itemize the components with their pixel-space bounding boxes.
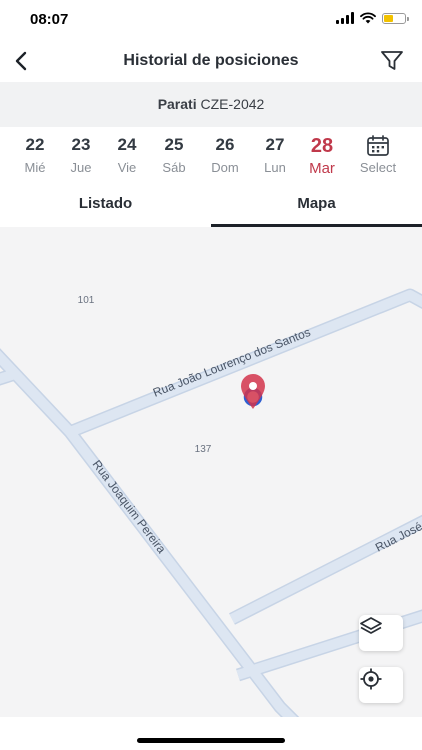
locate-icon (360, 668, 382, 690)
street-label-joao: Rua João Lourenço dos Santos (151, 325, 312, 400)
signal-icon (336, 12, 354, 24)
page-title: Historial de posiciones (123, 52, 299, 69)
day-selector: 22 Mié 23 Jue 24 Vie 25 Sáb 26 Dom 27 Lu… (0, 127, 422, 189)
status-bar: 08:07 (0, 0, 422, 40)
day-item[interactable]: 27 Lun (252, 135, 298, 175)
day-item[interactable]: 25 Sáb (151, 135, 197, 175)
day-item[interactable]: 23 Jue (58, 135, 104, 175)
filter-icon (381, 51, 403, 70)
view-tabs: Listado Mapa (0, 189, 422, 227)
day-name: Dom (211, 160, 239, 175)
day-number: 25 (164, 135, 184, 154)
calendar-select-label: Select (359, 160, 397, 175)
header: Historial de posiciones (0, 40, 422, 82)
day-item[interactable]: 22 Mié (12, 135, 58, 175)
calendar-select-button[interactable]: Select (354, 135, 402, 175)
wifi-icon (360, 12, 376, 24)
day-name: Jue (70, 160, 92, 175)
street-label-joaquim: Rua Joaquim Pereira (90, 457, 169, 556)
lot-number: 101 (78, 295, 95, 306)
position-pin-icon[interactable] (241, 374, 265, 409)
day-number: 28 (310, 135, 334, 157)
vehicle-plate: CZE-2042 (200, 96, 265, 112)
day-item[interactable]: 26 Dom (202, 135, 248, 175)
tab-mapa[interactable]: Mapa (211, 189, 422, 227)
vehicle-bar: Parati CZE-2042 (0, 82, 422, 127)
tab-listado[interactable]: Listado (0, 189, 211, 227)
layers-icon (360, 617, 382, 634)
day-name: Mar (309, 160, 335, 177)
day-number: 26 (215, 135, 235, 154)
day-item[interactable]: 24 Vie (104, 135, 150, 175)
day-number: 24 (117, 135, 137, 154)
lot-number: 137 (195, 444, 212, 455)
battery-icon (382, 12, 409, 24)
status-icons (336, 12, 409, 24)
day-number: 23 (71, 135, 91, 154)
map-layers-button[interactable] (359, 615, 403, 651)
home-indicator (137, 738, 285, 743)
day-name: Lun (264, 160, 286, 175)
day-name: Vie (117, 160, 137, 175)
status-time: 08:07 (30, 11, 69, 28)
calendar-icon (354, 135, 402, 157)
vehicle-name: Parati (157, 96, 197, 112)
filter-button[interactable] (378, 47, 406, 75)
day-number: 27 (265, 135, 285, 154)
day-number: 22 (25, 135, 45, 154)
map-view[interactable]: Rua João Lourenço dos Santos Rua Joaquim… (0, 227, 422, 717)
day-name: Sáb (162, 160, 186, 175)
day-item-selected[interactable]: 28 Mar (299, 135, 345, 177)
my-location-button[interactable] (359, 667, 403, 703)
day-name: Mié (24, 160, 46, 175)
